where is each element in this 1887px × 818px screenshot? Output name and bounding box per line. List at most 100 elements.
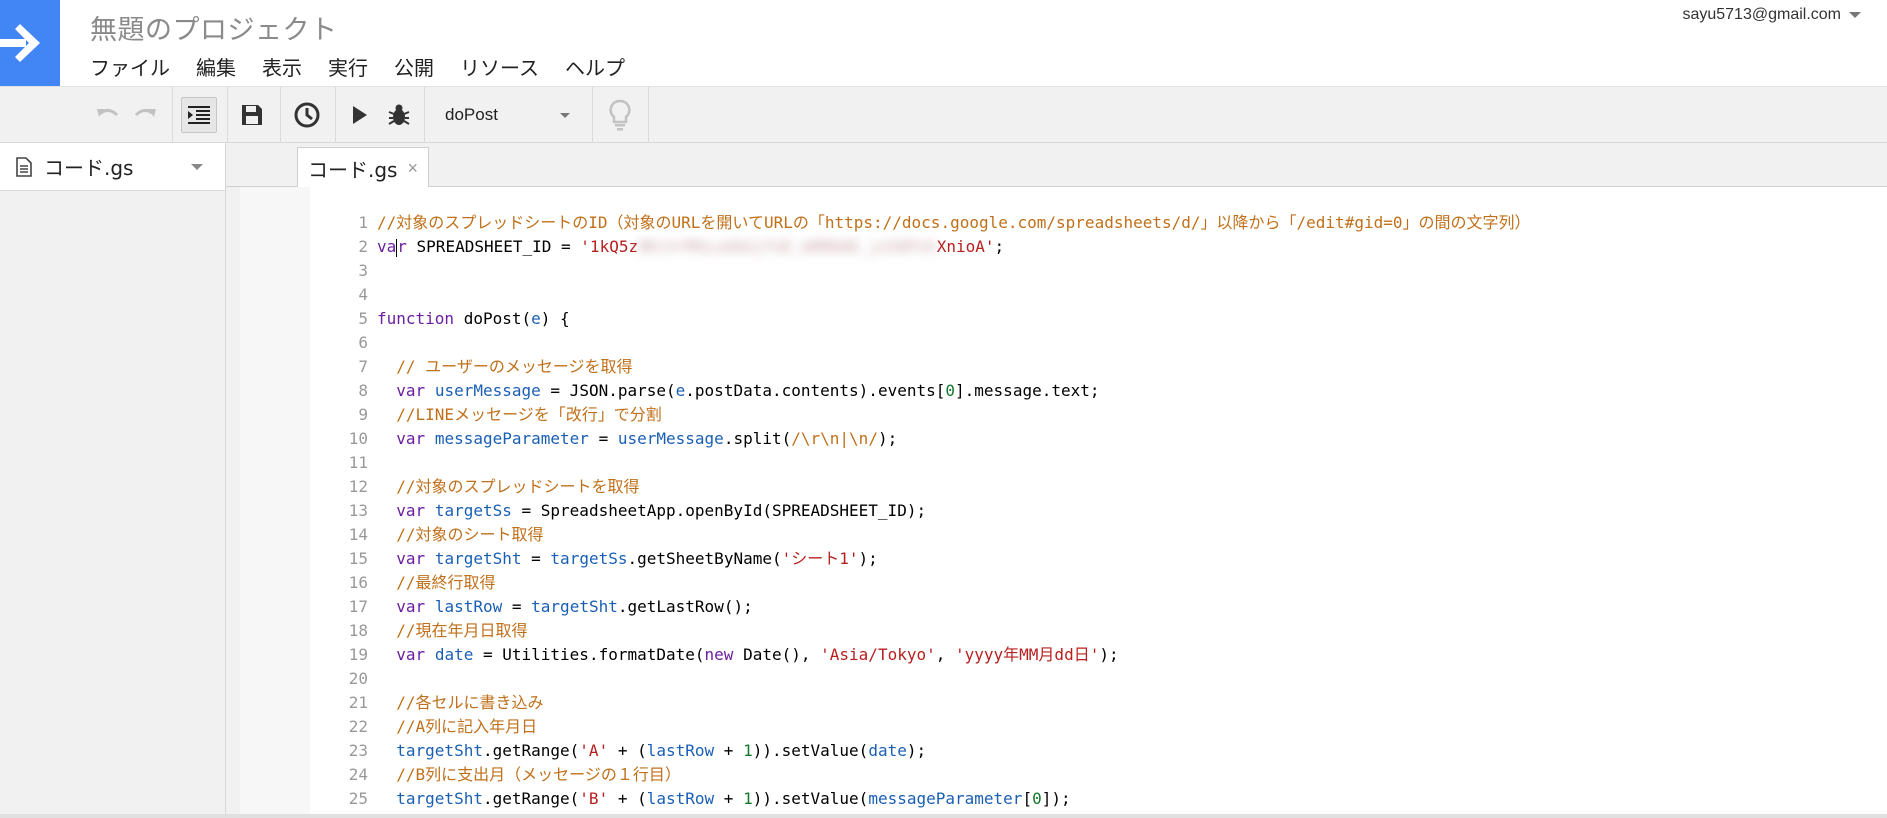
- code-line[interactable]: //対象のスプレッドシートを取得: [377, 475, 1531, 499]
- chevron-down-icon: [1849, 12, 1861, 18]
- apps-script-logo[interactable]: [0, 0, 60, 86]
- debug-button[interactable]: [378, 87, 420, 143]
- code-token: targetSht: [531, 597, 618, 616]
- code-token: 'B': [579, 789, 609, 808]
- code-token: //対象のスプレッドシートのID（対象のURLを開いてURLの「https://…: [377, 213, 1531, 232]
- execution-hints-button[interactable]: [598, 87, 642, 143]
- line-number: 6: [358, 333, 368, 352]
- menu-bar: ファイル 編集 表示 実行 公開 リソース ヘルプ: [90, 50, 651, 81]
- code-token: e: [675, 381, 686, 400]
- line-number: 20: [348, 669, 368, 688]
- code-token: [: [1022, 789, 1033, 808]
- account-menu[interactable]: sayu5713@gmail.com: [1682, 6, 1861, 24]
- code-token: var: [396, 645, 426, 664]
- code-token: new: [704, 645, 734, 664]
- code-line[interactable]: //A列に記入年月日: [377, 715, 1531, 739]
- code-line[interactable]: //B列に支出月（メッセージの１行目）: [377, 763, 1531, 787]
- code-line[interactable]: var date = Utilities.formatDate(new Date…: [377, 643, 1531, 667]
- menu-edit[interactable]: 編集: [196, 50, 248, 81]
- file-item-code-gs[interactable]: コード.gs: [0, 143, 225, 191]
- code-line[interactable]: var targetSht = targetSs.getSheetByName(…: [377, 547, 1531, 571]
- code-line[interactable]: var SPREADSHEET_ID = '1kQ5z8KcVrMhLuUbGj…: [377, 235, 1531, 259]
- bottom-scrollbar[interactable]: [0, 814, 1887, 818]
- save-icon: [242, 105, 262, 125]
- code-token: .getRange(: [482, 741, 580, 760]
- editor-tab-bar: コード.gs ×: [226, 143, 1887, 188]
- code-line[interactable]: // ユーザーのメッセージを取得: [377, 355, 1531, 379]
- code-line[interactable]: var userMessage = JSON.parse(e.postData.…: [377, 379, 1531, 403]
- code-token: ) {: [540, 309, 570, 328]
- line-number: 24: [348, 765, 368, 784]
- redacted-text: 8KcVrMhLuUbGjfoE_mRMb6K_joS8Pvh: [638, 237, 937, 256]
- code-line[interactable]: targetSht.getRange('A' + (lastRow + 1)).…: [377, 739, 1531, 763]
- code-line[interactable]: //LINEメッセージを「改行」で分割: [377, 403, 1531, 427]
- code-token: //現在年月日取得: [396, 621, 528, 640]
- run-button[interactable]: [340, 87, 380, 143]
- indent-toggle[interactable]: [181, 97, 217, 133]
- triggers-button[interactable]: [287, 87, 327, 143]
- code-line[interactable]: [377, 259, 1531, 283]
- code-line[interactable]: [377, 451, 1531, 475]
- code-lines[interactable]: //対象のスプレッドシートのID（対象のURLを開いてURLの「https://…: [377, 211, 1531, 818]
- code-editor[interactable]: 1 2 3 4 5 6 7 8 9 10 11 12 13 14 15 16 17 18 19 20 21 22 23 24 2…: [310, 187, 1887, 818]
- menu-resources[interactable]: リソース: [460, 50, 551, 81]
- toolbar: doPost: [0, 86, 1887, 143]
- code-token: +: [714, 741, 744, 760]
- code-line[interactable]: function doPost(e) {: [377, 307, 1531, 331]
- code-token: lastRow: [434, 597, 503, 616]
- code-token: targetSht: [396, 741, 483, 760]
- code-line[interactable]: [377, 667, 1531, 691]
- menu-view[interactable]: 表示: [262, 50, 314, 81]
- code-line[interactable]: targetSht.getRange('B' + (lastRow + 1)).…: [377, 787, 1531, 811]
- tab-code-gs[interactable]: コード.gs ×: [297, 147, 429, 188]
- file-name: コード.gs: [44, 156, 134, 180]
- code-line[interactable]: [377, 283, 1531, 307]
- code-token: lastRow: [646, 789, 715, 808]
- indent-button[interactable]: [176, 87, 222, 143]
- function-select-value: doPost: [445, 105, 498, 124]
- code-token: Date(),: [733, 645, 821, 664]
- code-token: ,: [935, 645, 955, 664]
- code-line[interactable]: [377, 331, 1531, 355]
- line-number: 1: [358, 213, 368, 232]
- code-line[interactable]: var lastRow = targetSht.getLastRow();: [377, 595, 1531, 619]
- code-token: // ユーザーのメッセージを取得: [396, 357, 633, 376]
- code-line[interactable]: //対象のスプレッドシートのID（対象のURLを開いてURLの「https://…: [377, 211, 1531, 235]
- line-number: 15: [348, 549, 368, 568]
- code-line[interactable]: //最終行取得: [377, 571, 1531, 595]
- menu-file[interactable]: ファイル: [90, 50, 182, 81]
- code-line[interactable]: //現在年月日取得: [377, 619, 1531, 643]
- line-number: 9: [358, 405, 368, 424]
- line-number: 22: [348, 717, 368, 736]
- redo-icon: [134, 108, 156, 117]
- account-email: sayu5713@gmail.com: [1682, 6, 1841, 23]
- chevron-down-icon[interactable]: [191, 164, 203, 170]
- code-line[interactable]: //対象のシート取得: [377, 523, 1531, 547]
- menu-run[interactable]: 実行: [328, 50, 380, 81]
- save-button[interactable]: [232, 87, 272, 143]
- function-select[interactable]: doPost: [430, 87, 580, 143]
- code-token: ;: [994, 237, 1005, 256]
- code-line[interactable]: //各セルに書き込み: [377, 691, 1531, 715]
- code-token: messageParameter: [434, 429, 589, 448]
- code-token: //対象のスプレッドシートを取得: [396, 477, 640, 496]
- undo-button[interactable]: [88, 87, 128, 143]
- menu-help[interactable]: ヘルプ: [565, 50, 637, 81]
- menu-publish[interactable]: 公開: [394, 50, 446, 81]
- code-token: 'シート1': [781, 549, 859, 568]
- code-line[interactable]: var targetSs = SpreadsheetApp.openById(S…: [377, 499, 1531, 523]
- project-title[interactable]: 無題のプロジェクト: [90, 8, 338, 47]
- line-number: 25: [348, 789, 368, 808]
- close-icon[interactable]: ×: [407, 158, 418, 179]
- code-line[interactable]: var messageParameter = userMessage.split…: [377, 427, 1531, 451]
- redo-button[interactable]: [125, 87, 165, 143]
